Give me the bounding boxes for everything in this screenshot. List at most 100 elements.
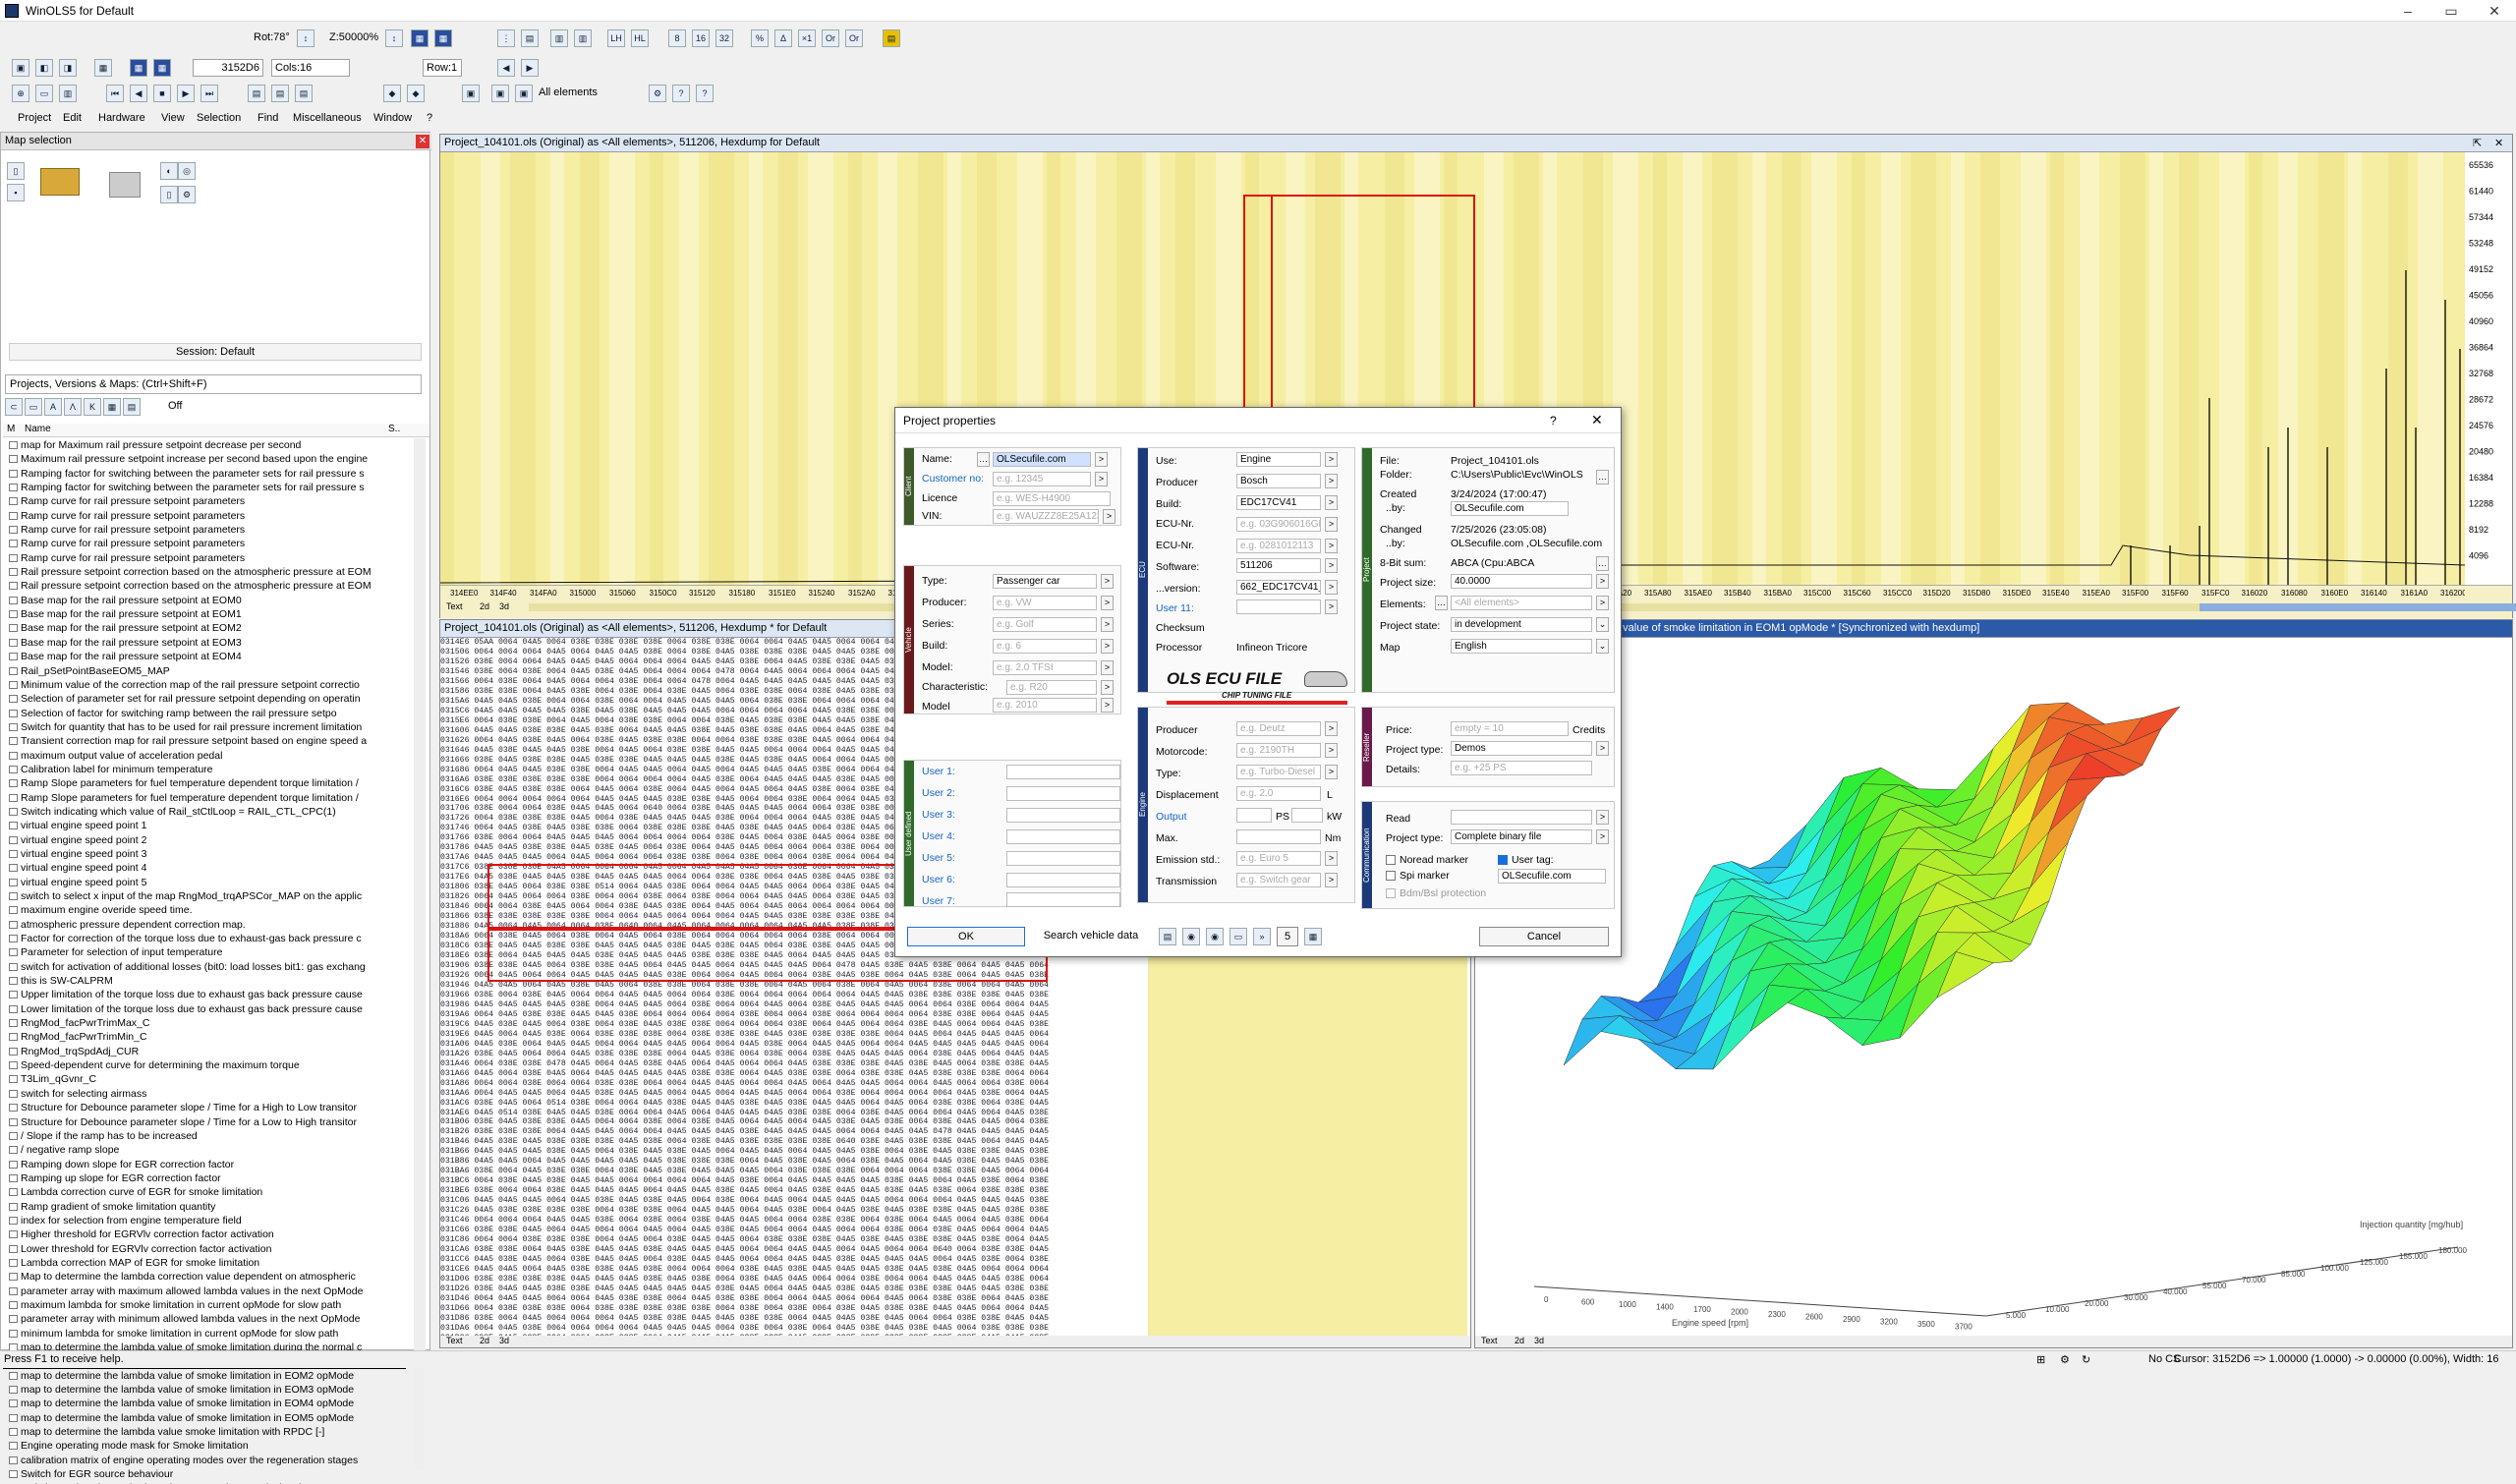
state-select[interactable]: in development: [1451, 617, 1592, 632]
map-list-item[interactable]: Parameter for selection of input tempera…: [3, 945, 406, 959]
new-doc-icon[interactable]: ▯: [7, 162, 25, 180]
disp-field[interactable]: e.g. 2.0: [1236, 786, 1321, 801]
map-list-item[interactable]: Engine operating mode mask for Smoke lim…: [3, 1439, 406, 1453]
map-list-item[interactable]: Switch indicating which value of Rail_st…: [3, 805, 406, 819]
map-list-item[interactable]: virtual engine speed point 1: [3, 819, 406, 832]
version-field[interactable]: 662_EDC17CV41_: [1236, 580, 1321, 595]
dialog-close-icon[interactable]: ✕: [1591, 412, 1603, 428]
tab-2d[interactable]: 2d: [480, 1336, 489, 1345]
t3-icon[interactable]: ▤: [295, 85, 313, 102]
state-chevron-down-icon[interactable]: ⌄: [1596, 617, 1609, 632]
ecunr-field[interactable]: e.g. 03G906016GN: [1236, 517, 1321, 532]
map-list-item[interactable]: Ramp curve for rail pressure setpoint pa…: [3, 537, 406, 550]
read-field[interactable]: [1451, 810, 1592, 825]
gear2-icon[interactable]: ⚙: [178, 186, 196, 203]
cptype-arrow[interactable]: >: [1596, 829, 1609, 844]
rptype-arrow[interactable]: >: [1596, 741, 1609, 756]
map-list-item[interactable]: Calibration label for minimum temperatur…: [3, 763, 406, 776]
map-list-item[interactable]: maximum output value of acceleration ped…: [3, 749, 406, 763]
map-list-item[interactable]: Higher threshold for EGRVlv correction f…: [3, 1227, 406, 1241]
cptype-field[interactable]: Complete binary file: [1451, 829, 1592, 844]
lohi-icon[interactable]: LH: [607, 29, 625, 47]
ecunr-arrow[interactable]: >: [1325, 517, 1338, 532]
map-list-scrollbar[interactable]: [414, 438, 426, 1470]
map-list-item[interactable]: parameter array with maximum allowed lam…: [3, 1284, 406, 1298]
max-field[interactable]: [1236, 829, 1321, 844]
back-icon[interactable]: ◀: [497, 59, 515, 77]
filter7-icon[interactable]: ▤: [123, 398, 141, 416]
map-list-item[interactable]: Base map for the rail pressure setpoint …: [3, 621, 406, 635]
map-list-item[interactable]: Ramp curve for rail pressure setpoint pa…: [3, 509, 406, 523]
map-select[interactable]: English: [1451, 639, 1592, 654]
map-list-item[interactable]: / Slope if the ramp has to be increased: [3, 1129, 406, 1143]
user6-field[interactable]: [1006, 873, 1120, 887]
map-list-item[interactable]: Factor for correction of the torque loss…: [3, 932, 406, 945]
user2-field[interactable]: [1006, 786, 1120, 801]
menu-project[interactable]: Project: [18, 112, 51, 124]
map-list-item[interactable]: Ramping up slope for EGR correction fact…: [3, 1171, 406, 1185]
map-list-item[interactable]: map to determine the lambda value of smo…: [3, 1369, 406, 1383]
filter5-icon[interactable]: K: [84, 398, 101, 416]
globe2-icon[interactable]: ◉: [1206, 928, 1224, 945]
grid1-icon[interactable]: ⋮: [497, 29, 515, 47]
customer-field[interactable]: e.g. 12345: [993, 472, 1091, 486]
tab-2d[interactable]: 2d: [480, 601, 489, 611]
tool3-icon[interactable]: ◨: [59, 59, 77, 77]
t1-icon[interactable]: ▤: [248, 85, 265, 102]
close-button[interactable]: ✕: [2473, 0, 2516, 22]
session-label[interactable]: Session: Default: [9, 343, 422, 361]
licence-field[interactable]: e.g. WES-H4900: [993, 491, 1111, 506]
map-list-item[interactable]: Ramping down slope for EGR correction fa…: [3, 1158, 406, 1171]
user11-field[interactable]: [1236, 599, 1321, 614]
user4-field[interactable]: [1006, 829, 1120, 844]
ok-button[interactable]: OK: [907, 927, 1025, 946]
map-list-item[interactable]: Rail pressure setpoint correction based …: [3, 565, 406, 579]
menu-selection[interactable]: Selection: [197, 112, 241, 124]
filter4-icon[interactable]: Λ: [64, 398, 82, 416]
tab-text[interactable]: Text: [1481, 1336, 1498, 1345]
details-field[interactable]: e.g. +25 PS: [1451, 761, 1592, 775]
map-list-item[interactable]: RngMod_facPwrTrimMax_C: [3, 1016, 406, 1030]
map-chevron-down-icon[interactable]: ⌄: [1596, 639, 1609, 654]
grid2-icon[interactable]: ▤: [521, 29, 539, 47]
elements-field[interactable]: <All elements>: [1451, 596, 1592, 610]
map-list-item[interactable]: Ramp curve for rail pressure setpoint pa…: [3, 523, 406, 537]
bitsum-dots-button[interactable]: …: [1596, 556, 1609, 571]
map-list-item[interactable]: switch for activation of additional loss…: [3, 960, 406, 974]
output-kw-field[interactable]: [1291, 808, 1323, 823]
hilo-icon[interactable]: HL: [631, 29, 649, 47]
vbuild-arrow[interactable]: >: [1101, 639, 1114, 654]
map-list-item[interactable]: virtual engine speed point 5: [3, 876, 406, 889]
tab-3d[interactable]: 3d: [499, 1336, 509, 1345]
vin-field[interactable]: e.g. WAUZZZ8E25A123: [993, 509, 1099, 524]
cancel-button[interactable]: Cancel: [1479, 927, 1609, 946]
map-list-item[interactable]: Ramping factor for switching between the…: [3, 481, 406, 494]
map-list-item[interactable]: switch to select x input of the map RngM…: [3, 889, 406, 903]
tool2-icon[interactable]: ◧: [35, 59, 53, 77]
map-list-item[interactable]: Ramping factor for switching between the…: [3, 467, 406, 481]
map-list-item[interactable]: parameter array with minimum allowed lam…: [3, 1312, 406, 1326]
stop-icon[interactable]: ■: [153, 85, 171, 102]
address-field[interactable]: 3152D6: [193, 59, 263, 77]
ecunr2-arrow[interactable]: >: [1325, 539, 1338, 553]
bits32-icon[interactable]: 32: [715, 29, 733, 47]
etype-arrow[interactable]: >: [1325, 765, 1338, 779]
percent-icon[interactable]: %: [751, 29, 769, 47]
close-icon[interactable]: ✕: [2494, 137, 2503, 149]
map-list-item[interactable]: atmospheric pressure dependent correctio…: [3, 918, 406, 932]
tab-text[interactable]: Text: [446, 601, 463, 611]
bits-icon[interactable]: 8: [668, 29, 686, 47]
calc-icon[interactable]: ▦: [1304, 928, 1322, 945]
map-list-item[interactable]: Base map for the rail pressure setpoint …: [3, 594, 406, 607]
version-arrow[interactable]: >: [1325, 580, 1338, 595]
map-list-item[interactable]: Lower limitation of the torque loss due …: [3, 1002, 406, 1016]
name-field[interactable]: OLSecufile.com: [993, 452, 1091, 467]
map-list-item[interactable]: virtual engine speed point 2: [3, 833, 406, 847]
t4-icon[interactable]: ◆: [383, 85, 401, 102]
ecu-build-arrow[interactable]: >: [1325, 495, 1338, 510]
network-icon[interactable]: ◎: [178, 162, 196, 180]
map-list-item[interactable]: map to determine the lambda value of smo…: [3, 1383, 406, 1397]
helpctx-icon[interactable]: ?: [696, 85, 714, 102]
name-dots-button[interactable]: …: [977, 452, 990, 467]
filter3-icon[interactable]: A: [44, 398, 62, 416]
